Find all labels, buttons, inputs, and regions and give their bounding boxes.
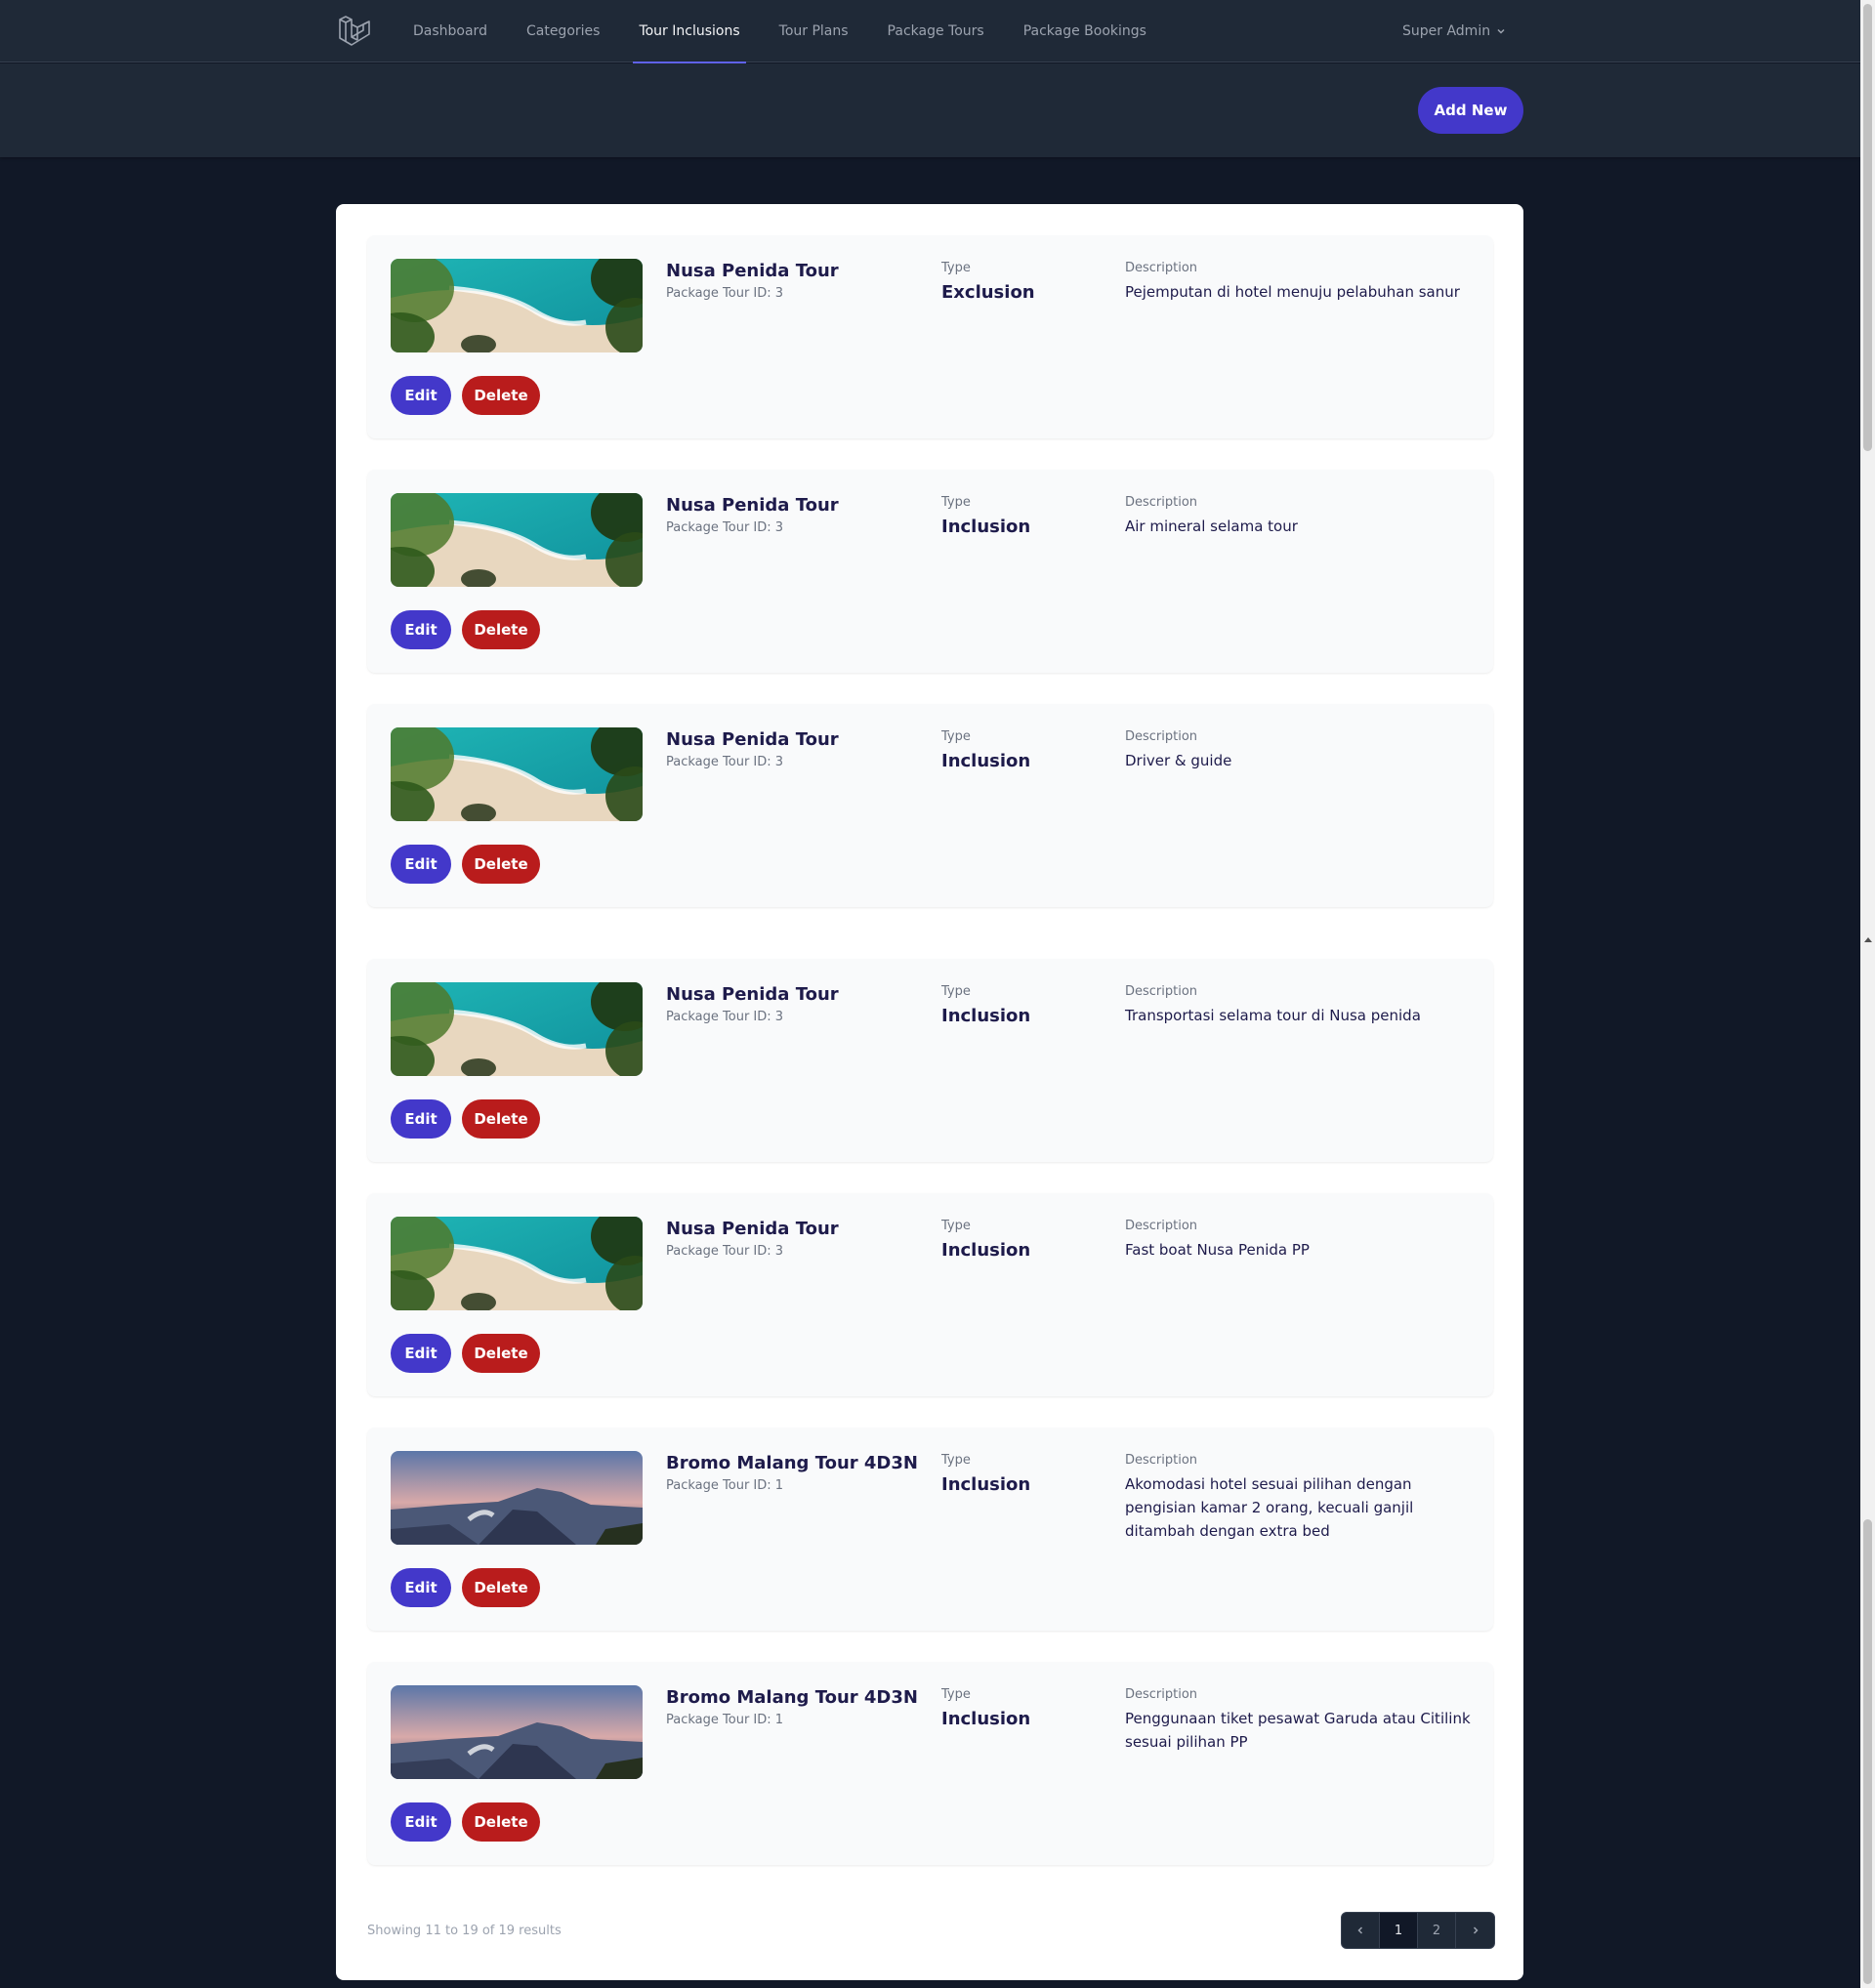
user-menu-dropdown[interactable]: Super Admin [1402,0,1506,62]
chevron-down-icon [1497,28,1505,34]
delete-button[interactable]: Delete [462,1099,540,1139]
pagination-prev-button[interactable] [1342,1913,1380,1948]
inclusion-card: Nusa Penida Tour Package Tour ID: 3 Type Ex… [367,235,1493,438]
type-label: Type [941,261,971,275]
package-id: Package Tour ID: 3 [666,286,784,301]
chevron-right-icon [1473,1926,1479,1934]
package-thumbnail [391,493,643,587]
nav-link-package-tours[interactable]: Package Tours [878,0,994,62]
package-id: Package Tour ID: 1 [666,1478,784,1493]
pagination-next-button[interactable] [1456,1913,1494,1948]
edit-button[interactable]: Edit [391,845,451,884]
page-scrollbar[interactable] [1860,0,1875,1988]
description-value: Transportasi selama tour di Nusa penida [1125,1007,1421,1024]
description-label: Description [1125,984,1198,999]
package-name: Bromo Malang Tour 4D3N [666,1687,918,1708]
package-thumbnail [391,259,643,352]
page-header: Add New [0,63,1860,157]
package-name: Nusa Penida Tour [666,261,839,281]
delete-button[interactable]: Delete [462,1568,540,1607]
package-name: Nusa Penida Tour [666,1219,839,1239]
add-new-button[interactable]: Add New [1418,87,1523,134]
package-name: Nusa Penida Tour [666,729,839,750]
delete-button[interactable]: Delete [462,1802,540,1842]
inclusion-card: Nusa Penida Tour Package Tour ID: 3 Type In… [367,470,1493,673]
inclusions-panel: Nusa Penida Tour Package Tour ID: 3 Type Ex… [336,204,1523,1980]
type-label: Type [941,1219,971,1233]
description-label: Description [1125,261,1198,275]
nav-link-tour-inclusions[interactable]: Tour Inclusions [629,0,749,63]
nav-link-tour-plans[interactable]: Tour Plans [770,0,858,62]
type-label: Type [941,984,971,999]
edit-button[interactable]: Edit [391,610,451,649]
type-label: Type [941,1687,971,1702]
package-thumbnail [391,1217,643,1310]
nav-link-dashboard[interactable]: Dashboard [403,0,497,62]
delete-button[interactable]: Delete [462,1334,540,1373]
package-id: Package Tour ID: 3 [666,520,784,535]
package-name: Bromo Malang Tour 4D3N [666,1453,918,1473]
pagination-page-1[interactable]: 1 [1380,1913,1418,1948]
package-id: Package Tour ID: 3 [666,755,784,769]
description-value: Pejemputan di hotel menuju pelabuhan san… [1125,283,1460,301]
pagination-page-2[interactable]: 2 [1418,1913,1456,1948]
type-value: Inclusion [941,751,1031,771]
results-summary: Showing 11 to 19 of 19 results [367,1924,562,1938]
type-value: Inclusion [941,1240,1031,1261]
delete-button[interactable]: Delete [462,376,540,415]
description-value: Penggunaan tiket pesawat Garuda atau Cit… [1125,1710,1471,1751]
inclusion-card: Nusa Penida Tour Package Tour ID: 3 Type In… [367,959,1493,1162]
delete-button[interactable]: Delete [462,845,540,884]
inclusion-card: Nusa Penida Tour Package Tour ID: 3 Type In… [367,1193,1493,1396]
chevron-left-icon [1357,1926,1363,1934]
package-thumbnail [391,1451,643,1545]
package-name: Nusa Penida Tour [666,495,839,516]
edit-button[interactable]: Edit [391,1334,451,1373]
edit-button[interactable]: Edit [391,1802,451,1842]
user-name: Super Admin [1402,23,1491,39]
description-value: Driver & guide [1125,752,1232,769]
description-label: Description [1125,729,1198,744]
description-label: Description [1125,495,1198,510]
type-value: Inclusion [941,1006,1031,1026]
inclusion-card: Bromo Malang Tour 4D3N Package Tour ID: 1… [367,1428,1493,1631]
main-nav: Dashboard Categories Tour Inclusions Tour P… [403,0,1176,63]
laravel-logo-icon[interactable] [338,14,371,49]
nav-link-categories[interactable]: Categories [517,0,609,62]
description-label: Description [1125,1687,1198,1702]
top-navbar: Dashboard Categories Tour Inclusions Tour P… [0,0,1860,63]
pagination: 1 2 [1341,1912,1495,1949]
type-label: Type [941,729,971,744]
type-value: Inclusion [941,1474,1031,1495]
type-label: Type [941,495,971,510]
package-id: Package Tour ID: 3 [666,1244,784,1259]
type-value: Inclusion [941,1709,1031,1729]
description-value: Air mineral selama tour [1125,518,1298,535]
package-name: Nusa Penida Tour [666,984,839,1005]
scroll-up-arrow-icon[interactable] [1864,937,1872,942]
type-value: Exclusion [941,282,1035,303]
package-thumbnail [391,727,643,821]
edit-button[interactable]: Edit [391,1099,451,1139]
package-id: Package Tour ID: 1 [666,1713,784,1727]
scrollbar-thumb[interactable] [1863,4,1872,451]
description-label: Description [1125,1453,1198,1468]
description-value: Akomodasi hotel sesuai pilihan dengan pe… [1125,1475,1414,1540]
edit-button[interactable]: Edit [391,1568,451,1607]
description-value: Fast boat Nusa Penida PP [1125,1241,1310,1259]
package-id: Package Tour ID: 3 [666,1010,784,1024]
package-thumbnail [391,1685,643,1779]
delete-button[interactable]: Delete [462,610,540,649]
type-value: Inclusion [941,517,1031,537]
description-label: Description [1125,1219,1198,1233]
edit-button[interactable]: Edit [391,376,451,415]
inclusion-card: Bromo Malang Tour 4D3N Package Tour ID: 1… [367,1662,1493,1865]
scrollbar-thumb-secondary[interactable] [1863,1519,1872,1984]
nav-link-package-bookings[interactable]: Package Bookings [1014,0,1156,62]
type-label: Type [941,1453,971,1468]
inclusion-card: Nusa Penida Tour Package Tour ID: 3 Type In… [367,704,1493,907]
package-thumbnail [391,982,643,1076]
